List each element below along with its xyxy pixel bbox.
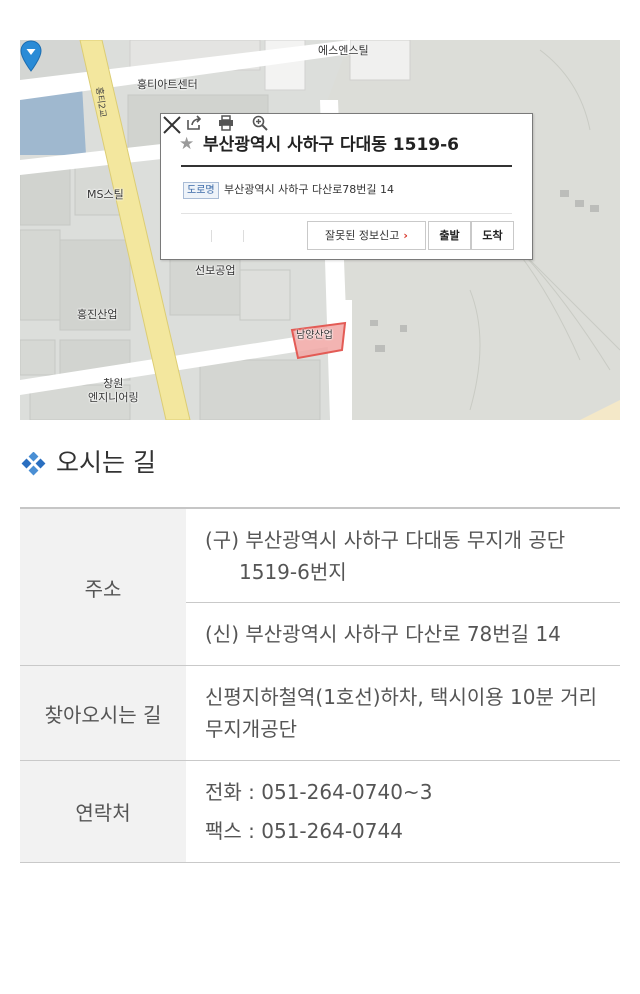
directions-header: 찾아오시는 길 bbox=[20, 665, 186, 761]
address-old-line2: 1519-6번지 bbox=[239, 559, 347, 584]
zoom-in-icon[interactable] bbox=[251, 114, 269, 132]
table-row: 연락처 전화 : 051-264-0740~3 팩스 : 051-264-074… bbox=[20, 760, 620, 863]
toolbar-separator bbox=[211, 230, 212, 242]
directions-line1: 신평지하철역(1호선)하차, 택시이용 10분 거리 bbox=[205, 685, 598, 709]
section-title: 오시는 길 bbox=[56, 448, 156, 477]
map-label-hongjin[interactable]: 홍진산업 bbox=[77, 306, 117, 322]
phone-number: 전화 : 051-264-0740~3 bbox=[205, 779, 433, 804]
address-header: 주소 bbox=[20, 507, 186, 666]
road-address: 부산광역시 사하구 다산로78번길 14 bbox=[224, 183, 395, 196]
toolbar-separator bbox=[243, 230, 244, 242]
map-info-popup: ★ 부산광역시 사하구 다대동 1519-6 도로명 부산광역시 사하구 다산로… bbox=[160, 113, 533, 260]
report-error-label: 잘못된 정보신고 bbox=[325, 229, 400, 242]
diamond-bullet-icon bbox=[21, 452, 46, 476]
table-row: 찾아오시는 길 신평지하철역(1호선)하차, 택시이용 10분 거리 무지개공단 bbox=[20, 665, 620, 761]
road-name-badge: 도로명 bbox=[183, 182, 219, 199]
contact-info-table: 주소 (구) 부산광역시 사하구 다대동 무지개 공단 1519-6번지 (신)… bbox=[20, 507, 620, 863]
directions-cell: 신평지하철역(1호선)하차, 택시이용 10분 거리 무지개공단 bbox=[186, 665, 620, 761]
map-label-changwon[interactable]: 창원 엔지니어링 bbox=[88, 377, 139, 405]
map-label-seonbo[interactable]: 선보공업 bbox=[195, 262, 235, 278]
share-icon[interactable] bbox=[185, 114, 203, 132]
star-icon[interactable]: ★ bbox=[179, 135, 194, 153]
map-label-namyang[interactable]: 남양산업 bbox=[296, 326, 333, 341]
address-old-cell: (구) 부산광역시 사하구 다대동 무지개 공단 1519-6번지 bbox=[186, 507, 620, 603]
map-label-ms-steel[interactable]: MS스틸 bbox=[87, 186, 124, 202]
map-view[interactable]: 에스엔스틸 홍티아트센터 홍티2교 MS스틸 선보공업 홍진산업 창원 엔지니어… bbox=[20, 40, 620, 420]
close-icon[interactable] bbox=[161, 114, 183, 136]
location-pin-icon[interactable] bbox=[20, 40, 42, 72]
address-new: (신) 부산광역시 사하구 다산로 78번길 14 bbox=[205, 622, 561, 646]
depart-button[interactable]: 출발 bbox=[428, 221, 471, 250]
contact-cell: 전화 : 051-264-0740~3 팩스 : 051-264-0744 bbox=[186, 760, 620, 863]
address-new-cell: (신) 부산광역시 사하구 다산로 78번길 14 bbox=[186, 602, 620, 666]
fax-number: 팩스 : 051-264-0744 bbox=[205, 818, 403, 843]
chevron-right-icon: › bbox=[403, 229, 408, 242]
popup-title-divider bbox=[181, 165, 512, 167]
contact-header: 연락처 bbox=[20, 760, 186, 863]
directions-line2: 무지개공단 bbox=[205, 717, 297, 741]
map-label-es-enstil[interactable]: 에스엔스틸 bbox=[318, 42, 369, 58]
report-error-button[interactable]: 잘못된 정보신고 › bbox=[307, 221, 426, 250]
popup-divider bbox=[181, 213, 512, 214]
table-row: 주소 (구) 부산광역시 사하구 다대동 무지개 공단 1519-6번지 bbox=[20, 507, 620, 666]
address-old-line1: (구) 부산광역시 사하구 다대동 무지개 공단 bbox=[205, 527, 566, 552]
map-label-hongti-art[interactable]: 홍티아트센터 bbox=[137, 76, 198, 92]
popup-title: 부산광역시 사하구 다대동 1519-6 bbox=[203, 135, 459, 155]
print-icon[interactable] bbox=[217, 114, 235, 132]
arrive-button[interactable]: 도착 bbox=[471, 221, 514, 250]
